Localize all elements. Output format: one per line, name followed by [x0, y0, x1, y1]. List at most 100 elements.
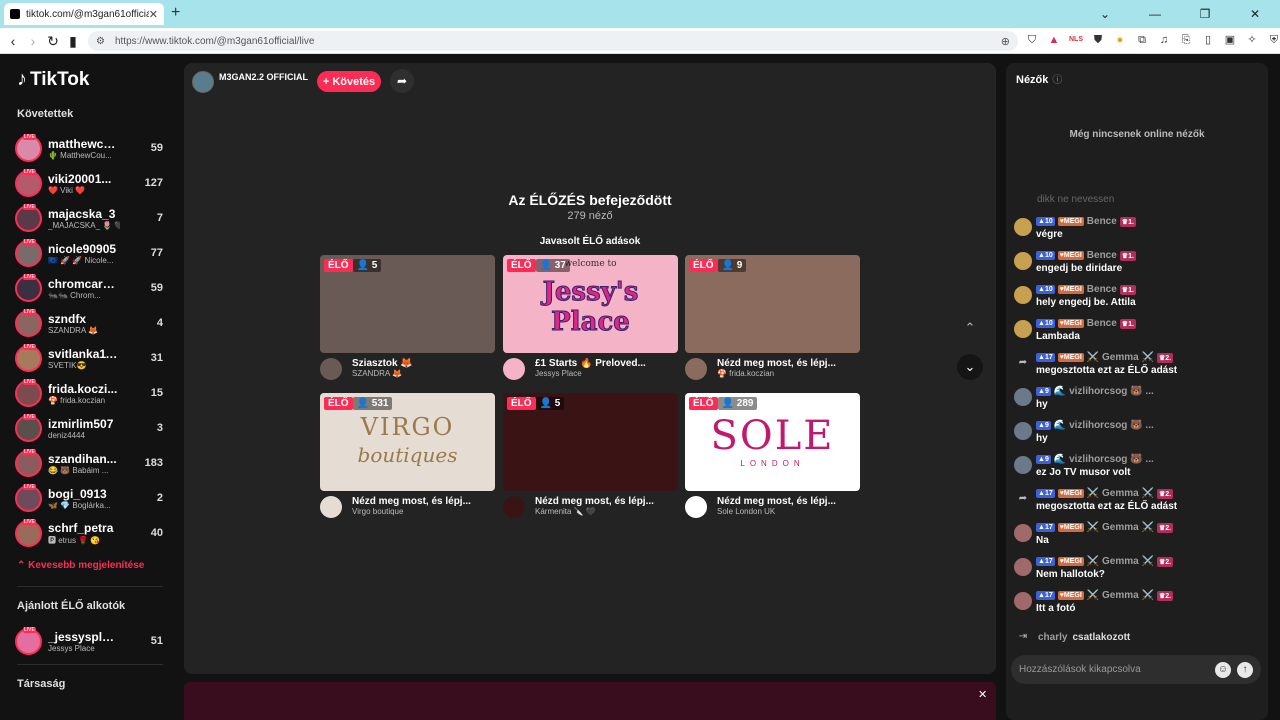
sparkle-icon[interactable]: ✧ [1245, 32, 1259, 48]
new-tab-icon[interactable]: + [171, 4, 180, 22]
scroll-up-icon[interactable]: ⌃ [957, 315, 983, 341]
card-avatar[interactable] [685, 496, 707, 518]
card-avatar[interactable] [320, 358, 342, 380]
badge-icon[interactable]: ⛊ [1091, 32, 1105, 48]
chat-username[interactable]: Bence [1087, 250, 1117, 261]
card-thumbnail[interactable]: ÉLŐ 👤 9 [685, 255, 860, 353]
card-avatar[interactable] [503, 358, 525, 380]
emoji-icon[interactable]: ☺ [1215, 661, 1231, 678]
comment-input[interactable]: Hozzászólások kikapcsolva ☺ ↑ [1011, 655, 1261, 684]
comment-placeholder: Hozzászólások kikapcsolva [1019, 664, 1141, 675]
close-icon[interactable]: ✕ [1230, 0, 1280, 28]
following-account[interactable]: LIVE viki20001... ❤️ Viki ❤️ 127 [15, 167, 163, 199]
host-avatar[interactable] [192, 71, 214, 93]
address-bar[interactable]: ⚙ https://www.tiktok.com/@m3gan61officia… [88, 31, 1018, 51]
tiktok-logo[interactable]: ♪ TikTok [17, 68, 89, 91]
host-name[interactable]: M3GAN2.2 OFFICIAL [219, 72, 308, 82]
viewer-count-text: 5 [371, 260, 378, 271]
forward-icon[interactable]: › [24, 32, 42, 50]
screenshot-icon[interactable]: ⎘ [1179, 32, 1193, 48]
chat-username[interactable]: ⚔️ Gemma ⚔️ [1087, 352, 1154, 363]
maximize-icon[interactable]: ❐ [1180, 0, 1230, 28]
following-account[interactable]: LIVE szandihan... 😂 🐻 Babáim ... 183 [15, 447, 163, 479]
following-account[interactable]: LIVE frida.koczi... 🍄 frida.koczian 15 [15, 377, 163, 409]
help-icon[interactable]: ⓘ [1052, 75, 1062, 86]
following-account[interactable]: LIVE szndfx SZANDRA 🦊 4 [15, 307, 163, 339]
follow-button[interactable]: + Követés [317, 71, 381, 92]
chat-avatar[interactable] [1014, 218, 1032, 236]
following-account[interactable]: LIVE chromcarb... 🐜🐜 Chrom... 59 [15, 272, 163, 304]
following-account[interactable]: LIVE izmirlim507 deniz4444 3 [15, 412, 163, 444]
live-card[interactable]: SOLE LONDON ÉLŐ 👤 289 Nézd meg most, és … [685, 393, 860, 518]
chat-avatar[interactable] [1014, 286, 1032, 304]
live-card[interactable]: VIRGO boutiques ÉLŐ 👤 531 Nézd meg most,… [320, 393, 495, 518]
live-card[interactable]: ÉLŐ 👤 5 Sziasztok 🦊 SZANDRA 🦊 [320, 255, 495, 380]
card-thumbnail[interactable]: welcome to Jessy's Place ÉLŐ 👤 37 [503, 255, 678, 353]
chat-username[interactable]: Bence [1087, 284, 1117, 295]
card-thumbnail[interactable]: SOLE LONDON ÉLŐ 👤 289 [685, 393, 860, 491]
chat-username[interactable]: 🌊 vizlihorcsog 🐻 ... [1054, 386, 1154, 397]
chat-username[interactable]: 🌊 vizlihorcsog 🐻 ... [1054, 454, 1154, 465]
bookmark-icon[interactable]: ▮ [64, 32, 82, 50]
reload-icon[interactable]: ↻ [44, 32, 62, 50]
send-icon[interactable]: ↑ [1237, 661, 1253, 678]
chat-avatar[interactable] [1014, 456, 1032, 474]
browser-tab[interactable]: tiktok.com/@m3gan61official/li... ✕ [4, 3, 164, 25]
shield-icon[interactable]: ⛉ [1025, 32, 1039, 48]
live-card[interactable]: ÉLŐ 👤 9 Nézd meg most, és lépj... 🍄 frid… [685, 255, 860, 380]
vpn-icon[interactable]: ⛨ [1267, 32, 1280, 48]
chat-avatar[interactable] [1014, 252, 1032, 270]
viewer-count: 127 [144, 177, 163, 189]
site-info-icon[interactable]: ⚙ [96, 36, 105, 47]
following-account[interactable]: LIVE matthewco... 🌵 MatthewCou... 59 [15, 132, 163, 164]
chat-username[interactable]: 🌊 vizlihorcsog 🐻 ... [1054, 420, 1154, 431]
tab-close-icon[interactable]: ✕ [149, 8, 158, 21]
following-account[interactable]: LIVE bogi_0913 🦋 💎 Boglárka... 2 [15, 482, 163, 514]
card-avatar[interactable] [320, 496, 342, 518]
live-card[interactable]: ÉLŐ 👤 5 Nézd meg most, és lépj... Kármen… [503, 393, 678, 518]
chat-avatar[interactable] [1014, 558, 1032, 576]
nls-icon[interactable]: NLS [1069, 32, 1083, 48]
chat-username[interactable]: ⚔️ Gemma ⚔️ [1087, 522, 1154, 533]
chat-username[interactable]: ⚔️ Gemma ⚔️ [1087, 488, 1154, 499]
card-thumbnail[interactable]: VIRGO boutiques ÉLŐ 👤 531 [320, 393, 495, 491]
recommended-account[interactable]: LIVE _jessysplace Jessys Place 51 [15, 625, 163, 657]
triangle-icon[interactable]: ▲ [1047, 32, 1061, 48]
chevron-down-icon[interactable]: ⌄ [1080, 0, 1130, 28]
card-thumbnail[interactable]: ÉLŐ 👤 5 [320, 255, 495, 353]
account-name: szandihan... [48, 451, 117, 466]
back-icon[interactable]: ‹ [4, 32, 22, 50]
card-avatar[interactable] [685, 358, 707, 380]
music-icon[interactable]: ♫ [1157, 32, 1171, 48]
color-icon[interactable]: ● [1113, 32, 1127, 48]
level-text: 17 [1044, 354, 1053, 361]
show-less-link[interactable]: ⌃ Kevesebb megjelenítése [17, 560, 144, 571]
chat-avatar[interactable] [1014, 422, 1032, 440]
chat-avatar[interactable] [1014, 592, 1032, 610]
card-avatar[interactable] [503, 496, 525, 518]
live-card[interactable]: welcome to Jessy's Place ÉLŐ 👤 37 £1 Sta… [503, 255, 678, 380]
chat-username[interactable]: ⚔️ Gemma ⚔️ [1087, 556, 1154, 567]
card-thumbnail[interactable]: ÉLŐ 👤 5 [503, 393, 678, 491]
following-account[interactable]: LIVE majacska_3 _MAJACSKA_ 🌷 🖤 7 [15, 202, 163, 234]
minimize-icon[interactable]: — [1130, 0, 1180, 28]
chat-avatar[interactable] [1014, 524, 1032, 542]
scroll-down-icon[interactable]: ⌄ [957, 354, 983, 380]
following-account[interactable]: LIVE schrf_petra 🅿 etrus 🌹 😘 40 [15, 517, 163, 549]
chat-avatar[interactable] [1014, 388, 1032, 406]
following-account[interactable]: LIVE nicole90905 🇪🇺 🚀 🚀 Nicole... 77 [15, 237, 163, 269]
zoom-icon[interactable]: ⊕ [1001, 35, 1010, 48]
chat-user-row: ▲9 🌊 vizlihorcsog 🐻 ... [1036, 454, 1154, 465]
host-info[interactable]: M3GAN2.2 OFFICIAL [192, 71, 308, 93]
chat-username[interactable]: Bence [1087, 216, 1117, 227]
chat-avatar[interactable] [1014, 320, 1032, 338]
sidebar-icon[interactable]: ▯ [1201, 32, 1215, 48]
chat-username[interactable]: Bence [1087, 318, 1117, 329]
banner-close-icon[interactable]: ✕ [978, 688, 987, 701]
puzzle-icon[interactable]: ⧉ [1135, 32, 1149, 48]
join-username[interactable]: charly [1038, 632, 1067, 643]
share-icon[interactable]: ➦ [390, 69, 414, 93]
chat-username[interactable]: ⚔️ Gemma ⚔️ [1087, 590, 1154, 601]
wallet-icon[interactable]: ▣ [1223, 32, 1237, 48]
following-account[interactable]: LIVE svitlanka11... SVETIK😎 31 [15, 342, 163, 374]
